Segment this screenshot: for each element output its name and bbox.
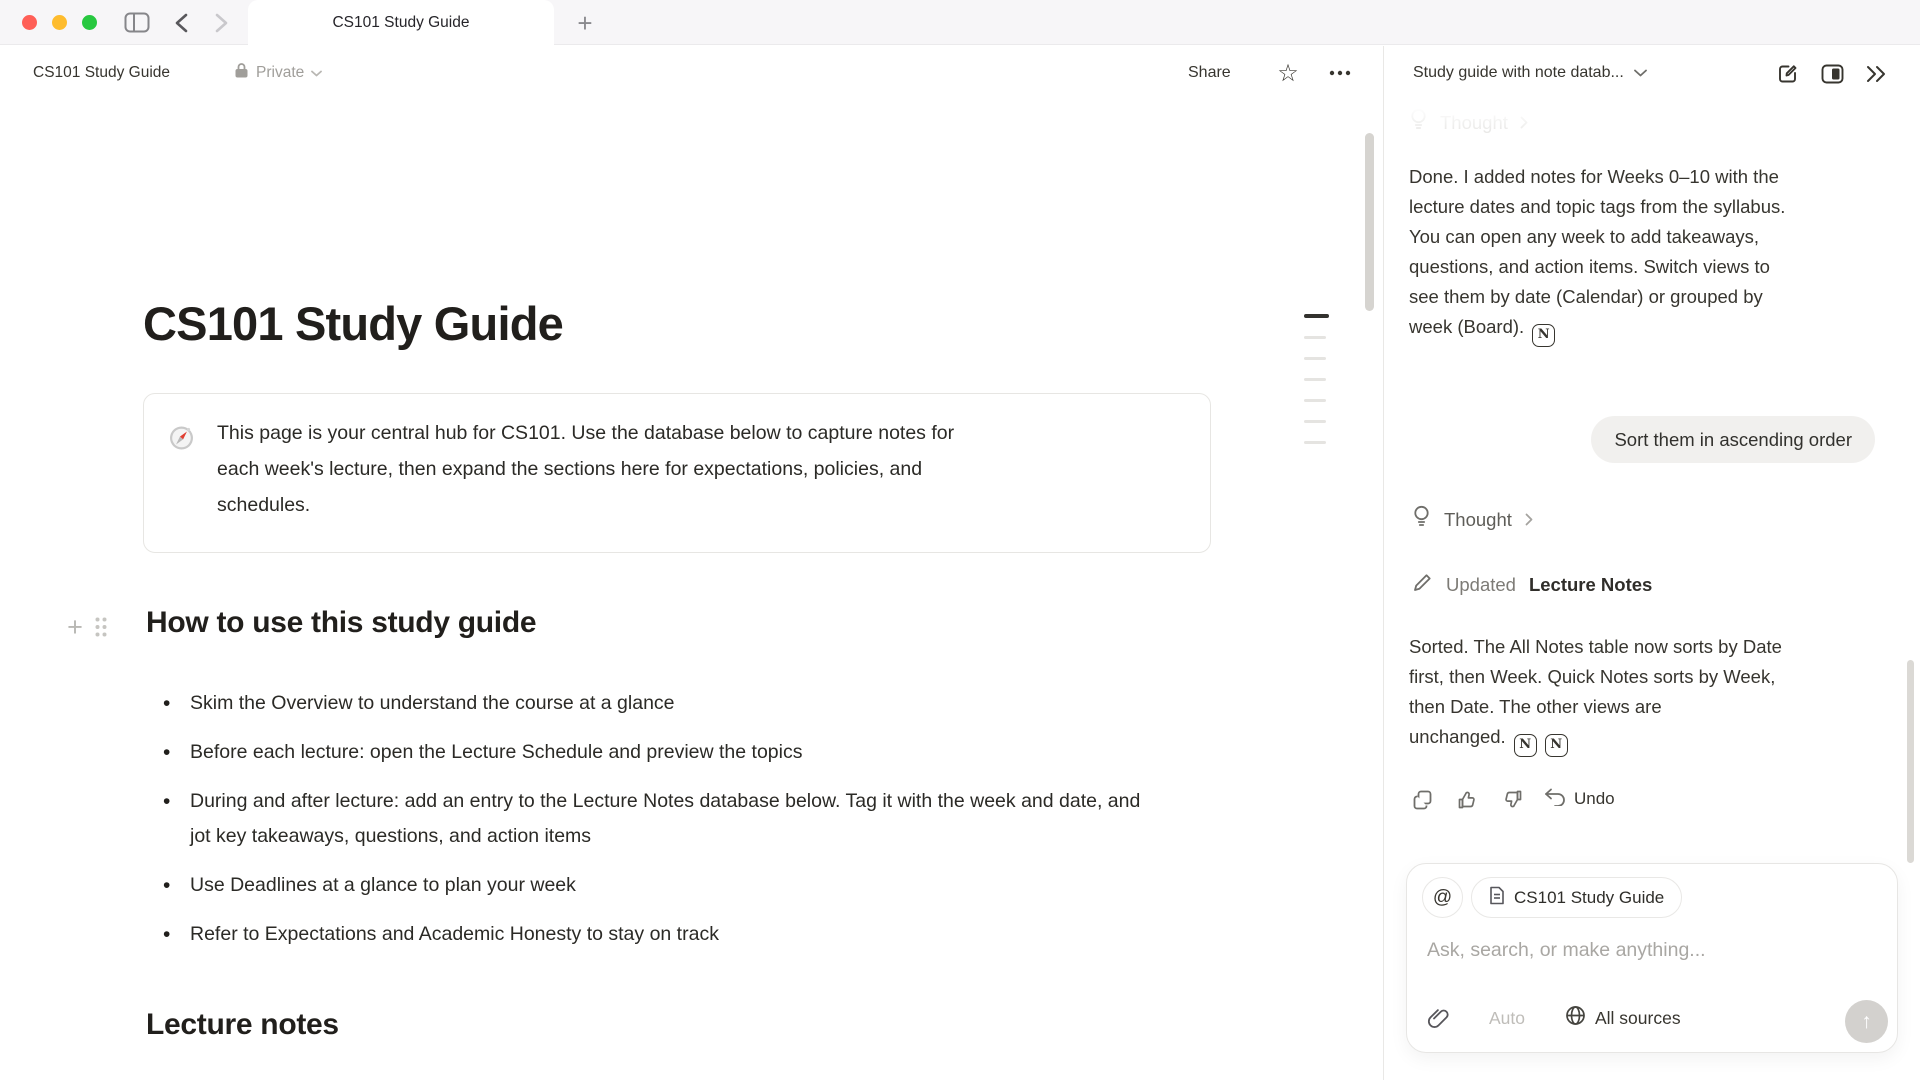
message-actions: Undo xyxy=(1409,786,1615,812)
thumbs-down-icon[interactable] xyxy=(1499,786,1525,812)
ai-thread-selector[interactable]: Study guide with note datab... xyxy=(1409,54,1651,92)
updated-target: Lecture Notes xyxy=(1529,574,1652,596)
new-chat-icon[interactable] xyxy=(1772,61,1804,87)
toc-mark[interactable] xyxy=(1304,357,1326,360)
toc-mark[interactable] xyxy=(1304,399,1326,402)
toggle-sidebar-icon[interactable] xyxy=(120,0,154,45)
back-icon[interactable] xyxy=(166,0,196,45)
assistant-message: Sorted. The All Notes table now sorts by… xyxy=(1409,632,1782,757)
table-of-contents-indicator[interactable] xyxy=(1304,314,1332,462)
ai-panel: Study guide with note datab... xyxy=(1383,46,1920,1080)
bullet-list: Skim the Overview to understand the cour… xyxy=(143,686,1153,966)
thought-toggle[interactable]: Thought xyxy=(1412,505,1533,534)
callout-text: This page is your central hub for CS101.… xyxy=(217,415,954,523)
thumbs-up-icon[interactable] xyxy=(1454,786,1480,812)
document-icon xyxy=(1489,886,1505,910)
document-area: CS101 Study Guide Private Share ☆ xyxy=(0,46,1383,1080)
toggle-panel-icon[interactable] xyxy=(1816,61,1848,87)
page-title: CS101 Study Guide xyxy=(143,296,563,351)
assistant-message: Done. I added notes for Weeks 0–10 with … xyxy=(1409,162,1785,347)
send-button[interactable]: ↑ xyxy=(1845,1000,1888,1043)
section-heading-how-to-use: How to use this study guide xyxy=(146,606,536,640)
notion-page-badge[interactable]: N xyxy=(1514,734,1537,757)
composer-input[interactable]: Ask, search, or make anything... xyxy=(1427,939,1867,962)
browser-tab[interactable]: CS101 Study Guide xyxy=(248,0,554,46)
thought-label: Thought xyxy=(1444,509,1512,531)
minimize-window-button[interactable] xyxy=(52,15,67,30)
main-scrollbar[interactable] xyxy=(1365,133,1374,311)
drag-handle-icon[interactable] xyxy=(90,614,112,640)
notion-page-badge[interactable]: N xyxy=(1545,734,1568,757)
section-heading-lecture-notes: Lecture notes xyxy=(146,1008,339,1042)
chevron-down-icon xyxy=(1634,64,1647,82)
toc-mark-active[interactable] xyxy=(1304,314,1329,318)
undo-button[interactable]: Undo xyxy=(1544,788,1615,811)
close-window-button[interactable] xyxy=(22,15,37,30)
forward-icon[interactable] xyxy=(206,0,236,45)
list-item: Refer to Expectations and Academic Hones… xyxy=(143,917,1153,952)
collapse-panel-chevrons-icon[interactable] xyxy=(1860,61,1892,87)
callout-block[interactable]: This page is your central hub for CS101.… xyxy=(143,393,1211,553)
pencil-icon xyxy=(1412,572,1433,598)
lightbulb-icon xyxy=(1412,505,1431,534)
page-body: CS101 Study Guide This page is your ce xyxy=(0,46,1383,1080)
thought-label: Thought xyxy=(1440,112,1508,134)
new-tab-button[interactable]: + xyxy=(568,6,602,40)
undo-label: Undo xyxy=(1574,789,1615,809)
globe-icon xyxy=(1565,1005,1586,1031)
tab-title: CS101 Study Guide xyxy=(332,14,469,32)
compass-emoji-icon xyxy=(168,424,195,451)
auto-mode-button[interactable]: Auto xyxy=(1483,1003,1531,1033)
app-window: CS101 Study Guide + CS101 Study Guide Pr… xyxy=(0,0,1920,1080)
toc-mark[interactable] xyxy=(1304,420,1326,423)
all-sources-button[interactable]: All sources xyxy=(1559,1003,1687,1033)
add-block-button[interactable]: + xyxy=(60,612,90,642)
chevron-right-icon xyxy=(1520,112,1528,134)
thought-toggle-faded[interactable]: Thought xyxy=(1409,108,1528,137)
updated-database-row[interactable]: Updated Lecture Notes xyxy=(1412,572,1652,598)
toc-mark[interactable] xyxy=(1304,441,1326,444)
ai-panel-header: Study guide with note datab... xyxy=(1384,54,1920,92)
undo-arrow-icon xyxy=(1544,788,1566,811)
context-chip[interactable]: CS101 Study Guide xyxy=(1471,877,1682,918)
window-tab-bar: CS101 Study Guide + xyxy=(0,0,1920,45)
notion-page-badge[interactable]: N xyxy=(1532,324,1555,347)
copy-icon[interactable] xyxy=(1409,786,1435,812)
toc-mark[interactable] xyxy=(1304,378,1326,381)
list-item: Skim the Overview to understand the cour… xyxy=(143,686,1153,721)
chevron-right-icon xyxy=(1525,509,1533,531)
ai-thread-title: Study guide with note datab... xyxy=(1413,64,1624,82)
list-item: Use Deadlines at a glance to plan your w… xyxy=(143,868,1153,903)
lightbulb-icon xyxy=(1409,108,1428,137)
all-sources-label: All sources xyxy=(1595,1008,1681,1029)
zoom-window-button[interactable] xyxy=(82,15,97,30)
updated-label: Updated xyxy=(1446,574,1516,596)
panel-scrollbar[interactable] xyxy=(1907,660,1914,863)
toc-mark[interactable] xyxy=(1304,336,1326,339)
attachment-paperclip-icon[interactable] xyxy=(1423,1003,1453,1033)
ai-composer: @ CS101 Study Guide Ask, search, or make… xyxy=(1406,863,1898,1053)
mention-button[interactable]: @ xyxy=(1422,877,1463,918)
context-chip-label: CS101 Study Guide xyxy=(1514,888,1664,908)
list-item: Before each lecture: open the Lecture Sc… xyxy=(143,735,1153,770)
list-item: During and after lecture: add an entry t… xyxy=(143,784,1153,854)
user-message-bubble: Sort them in ascending order xyxy=(1591,416,1875,463)
